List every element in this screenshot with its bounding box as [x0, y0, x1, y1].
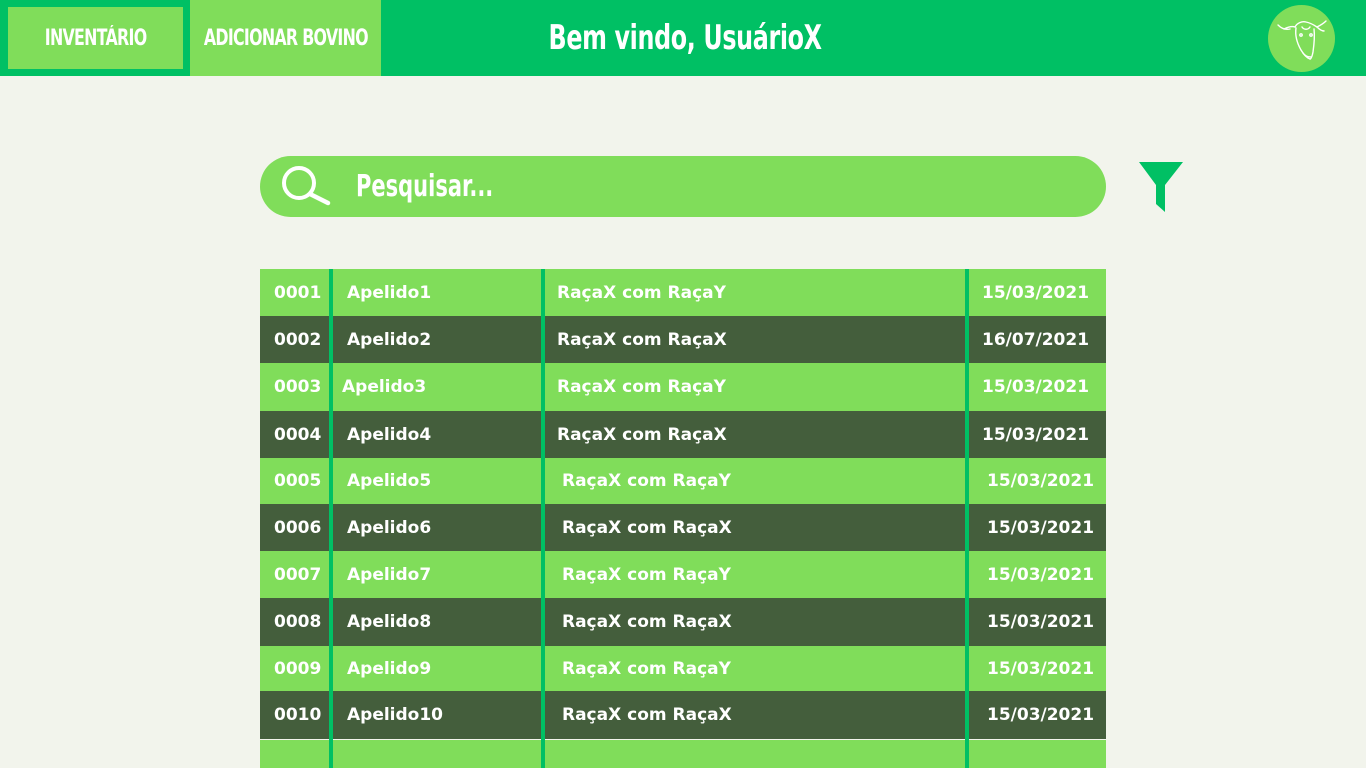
cell-nickname: Apelido10 [347, 705, 444, 725]
cell-breed: RaçaX com RaçaY [557, 377, 726, 397]
table-row[interactable]: 0009 Apelido9 RaçaX com RaçaY 15/03/2021 [260, 646, 1106, 691]
cell-breed: RaçaX com RaçaY [562, 564, 731, 585]
cell-nickname: Apelido2 [347, 329, 432, 350]
cell-date: 15/03/2021 [987, 705, 1095, 725]
welcome-text: Bem vindo, UsuárioX [548, 18, 822, 58]
cell-nickname: Apelido6 [347, 517, 432, 538]
cell-date: 15/03/2021 [987, 612, 1095, 632]
cattle-table: 0001 Apelido1 RaçaX com RaçaY 15/03/2021… [260, 269, 1106, 768]
cell-breed: RaçaX com RaçaX [557, 424, 727, 445]
add-bovine-tab-label: ADICIONAR BOVINO [203, 25, 369, 51]
cell-breed: RaçaX com RaçaX [562, 705, 732, 725]
cell-id: 0006 [274, 517, 322, 538]
cell-nickname: Apelido7 [347, 564, 432, 585]
inventory-tab[interactable]: INVENTÁRIO [0, 0, 190, 76]
cell-date: 15/03/2021 [987, 658, 1095, 679]
cell-nickname: Apelido8 [347, 612, 432, 632]
cell-date: 16/07/2021 [982, 329, 1090, 350]
cell-date: 15/03/2021 [982, 282, 1090, 303]
table-row[interactable]: 0007 Apelido7 RaçaX com RaçaY 15/03/2021 [260, 551, 1106, 598]
cell-date: 15/03/2021 [987, 471, 1095, 491]
cow-head-icon[interactable] [1268, 5, 1335, 72]
cell-breed: RaçaX com RaçaX [557, 329, 727, 350]
table-row[interactable]: 0001 Apelido1 RaçaX com RaçaY 15/03/2021 [260, 269, 1106, 316]
column-divider [965, 269, 969, 768]
cell-id: 0007 [274, 564, 322, 585]
table-row[interactable]: 0010 Apelido10 RaçaX com RaçaX 15/03/202… [260, 691, 1106, 739]
cell-id: 0010 [274, 705, 322, 725]
cell-nickname: Apelido1 [347, 282, 432, 303]
cell-nickname: Apelido9 [347, 658, 432, 679]
cell-date: 15/03/2021 [982, 377, 1090, 397]
table-row[interactable]: 0002 Apelido2 RaçaX com RaçaX 16/07/2021 [260, 316, 1106, 363]
cell-nickname: Apelido4 [347, 424, 432, 445]
table-row[interactable]: 0008 Apelido8 RaçaX com RaçaX 15/03/2021 [260, 598, 1106, 646]
table-row-empty [260, 740, 1106, 768]
inventory-tab-label: INVENTÁRIO [44, 25, 147, 51]
search-icon[interactable] [280, 164, 332, 210]
welcome-message: Bem vindo, UsuárioX [548, 14, 821, 62]
cell-breed: RaçaX com RaçaX [562, 612, 732, 632]
cell-id: 0001 [274, 282, 322, 303]
table-row[interactable]: 0006 Apelido6 RaçaX com RaçaX 15/03/2021 [260, 504, 1106, 551]
cell-id: 0003 [274, 377, 322, 397]
cell-nickname: Apelido5 [347, 471, 432, 491]
cell-nickname: Apelido3 [342, 377, 427, 397]
search-input[interactable] [356, 164, 846, 209]
cell-breed: RaçaX com RaçaX [562, 517, 732, 538]
table-row[interactable]: 0003 Apelido3 RaçaX com RaçaY 15/03/2021 [260, 363, 1106, 411]
cell-id: 0009 [274, 658, 322, 679]
cell-date: 15/03/2021 [982, 424, 1090, 445]
cell-breed: RaçaX com RaçaY [557, 282, 726, 303]
cell-date: 15/03/2021 [987, 517, 1095, 538]
cell-id: 0008 [274, 612, 322, 632]
cell-id: 0002 [274, 329, 322, 350]
cell-id: 0005 [274, 471, 322, 491]
cell-id: 0004 [274, 424, 322, 445]
column-divider [329, 269, 333, 768]
table-row[interactable]: 0004 Apelido4 RaçaX com RaçaX 15/03/2021 [260, 411, 1106, 458]
cell-breed: RaçaX com RaçaY [562, 658, 731, 679]
cell-date: 15/03/2021 [987, 564, 1095, 585]
filter-icon[interactable] [1138, 161, 1184, 213]
cell-breed: RaçaX com RaçaY [562, 471, 731, 491]
search-bar [260, 156, 1106, 217]
column-divider [541, 269, 545, 768]
add-bovine-tab[interactable]: ADICIONAR BOVINO [190, 0, 381, 76]
table-row[interactable]: 0005 Apelido5 RaçaX com RaçaY 15/03/2021 [260, 458, 1106, 504]
top-header: INVENTÁRIO ADICIONAR BOVINO Bem vindo, U… [0, 0, 1366, 76]
